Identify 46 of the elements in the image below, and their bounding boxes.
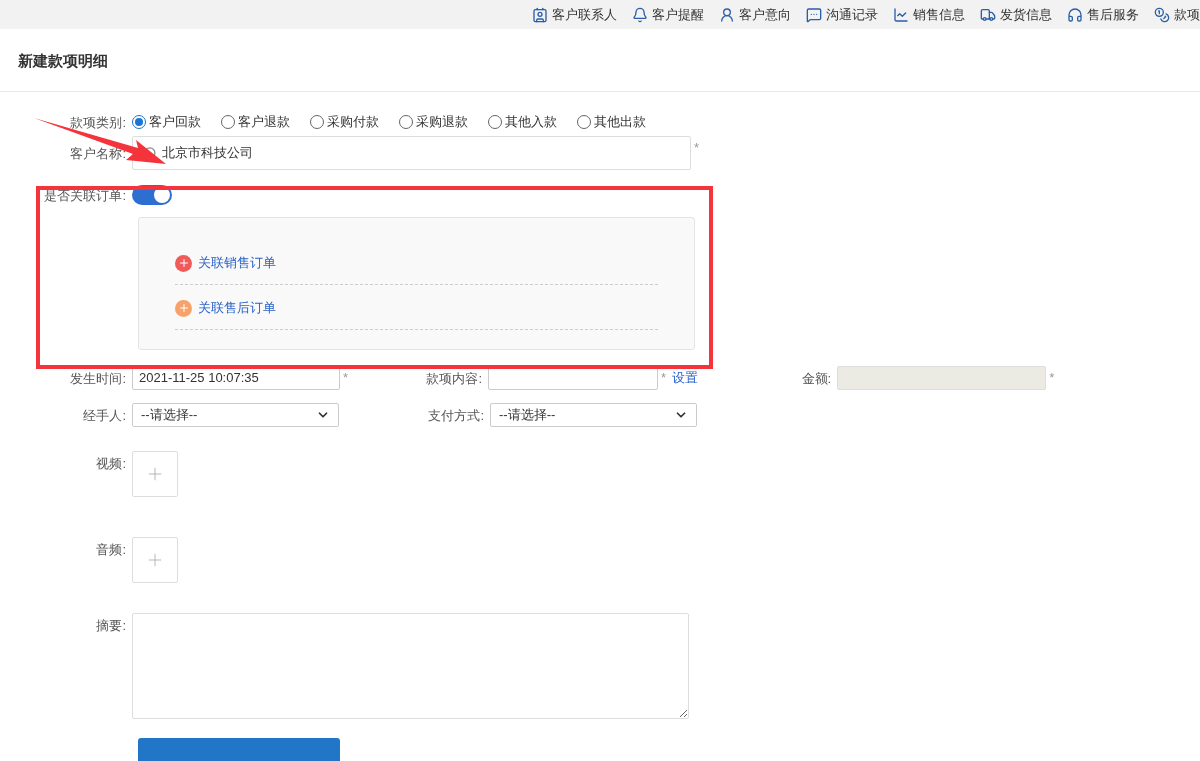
chart-icon (893, 6, 909, 23)
field-label: 经手人: (83, 408, 126, 423)
coins-icon (1154, 6, 1170, 23)
nav-link[interactable]: 销售信息 (893, 4, 965, 25)
person-icon (719, 6, 735, 23)
link[interactable]: 关联销售订单 (198, 253, 276, 273)
settings-link[interactable]: 设置 (672, 368, 699, 388)
field-label: 款项内容: (426, 371, 483, 386)
select-dropdown[interactable]: --请选择-- (490, 403, 697, 427)
field-label: 摘要: (96, 618, 126, 633)
field-label: 金额: (801, 371, 832, 386)
radio-option[interactable]: 其他入款 (488, 112, 557, 132)
radio-option[interactable]: 其他出款 (577, 112, 646, 132)
field-label: 发生时间: (70, 371, 126, 386)
nav-link[interactable]: 客户提醒 (632, 4, 704, 25)
chat-bubble-icon (806, 6, 822, 23)
input-field[interactable] (488, 366, 659, 390)
nav-link[interactable]: 沟通记录 (806, 4, 878, 25)
select-dropdown[interactable]: --请选择-- (132, 403, 339, 427)
nav-link[interactable]: 客户联系人 (532, 4, 617, 25)
field-label: 是否关联订单: (44, 188, 126, 203)
radio-option[interactable]: 采购退款 (399, 112, 468, 132)
required-mark: * (694, 139, 700, 157)
truck-icon (980, 6, 996, 23)
field-label: 款项类别: (70, 115, 126, 130)
nav-link[interactable]: 发货信息 (980, 4, 1052, 25)
required-mark: * (1049, 369, 1055, 387)
field-label: 音频: (96, 542, 126, 557)
required-mark: * (343, 369, 349, 387)
nav-link[interactable]: 客户意向 (719, 4, 791, 25)
customer-search-field[interactable]: 北京市科技公司 (132, 136, 691, 170)
bell-icon (632, 6, 648, 23)
field-label: 支付方式: (428, 408, 484, 423)
radio-option[interactable]: 采购付款 (310, 112, 379, 132)
nav-link[interactable]: 售后服务 (1067, 4, 1139, 25)
radio-option[interactable]: 客户退款 (221, 112, 290, 132)
nav-link[interactable]: 款项 (1154, 4, 1200, 25)
page-title: 新建款项明细 (18, 51, 108, 71)
radio-option[interactable]: 客户回款 (132, 112, 201, 132)
headset-icon (1067, 6, 1083, 23)
contact-card-icon (532, 6, 548, 23)
required-mark: * (661, 369, 667, 387)
field-label: 客户名称: (70, 146, 126, 161)
link[interactable]: 关联售后订单 (198, 298, 276, 318)
date-time-field[interactable]: 2021-11-25 10:07:35 (132, 366, 340, 390)
field-label: 视频: (96, 456, 126, 471)
